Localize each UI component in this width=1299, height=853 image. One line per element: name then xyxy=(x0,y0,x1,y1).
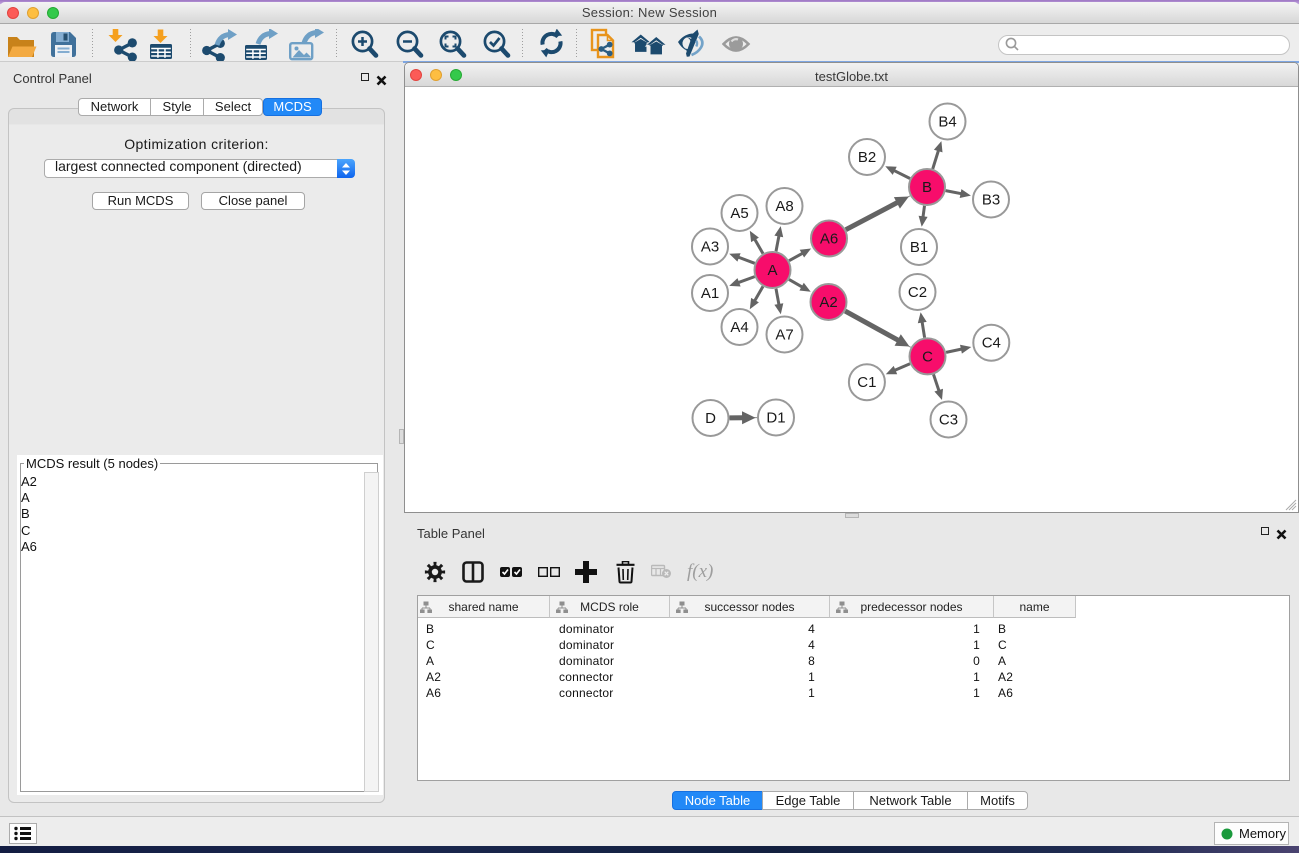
svg-text:D1: D1 xyxy=(766,410,785,427)
svg-text:C: C xyxy=(922,348,933,365)
svg-text:A1: A1 xyxy=(701,285,719,302)
svg-text:C3: C3 xyxy=(939,412,958,429)
svg-text:C4: C4 xyxy=(982,335,1001,352)
svg-text:B1: B1 xyxy=(910,239,928,256)
svg-text:A7: A7 xyxy=(775,327,793,344)
svg-text:A4: A4 xyxy=(730,319,748,336)
svg-text:C2: C2 xyxy=(908,284,927,301)
svg-text:A3: A3 xyxy=(701,239,719,256)
svg-text:A5: A5 xyxy=(730,205,748,222)
svg-text:D: D xyxy=(705,410,716,427)
svg-text:B: B xyxy=(922,179,932,196)
svg-text:B4: B4 xyxy=(938,114,956,131)
svg-text:B2: B2 xyxy=(858,149,876,166)
svg-text:C1: C1 xyxy=(857,374,876,391)
svg-text:A2: A2 xyxy=(819,294,837,311)
svg-text:A: A xyxy=(767,262,777,279)
svg-text:A6: A6 xyxy=(820,231,838,248)
svg-text:B3: B3 xyxy=(982,192,1000,209)
svg-text:A8: A8 xyxy=(775,198,793,215)
